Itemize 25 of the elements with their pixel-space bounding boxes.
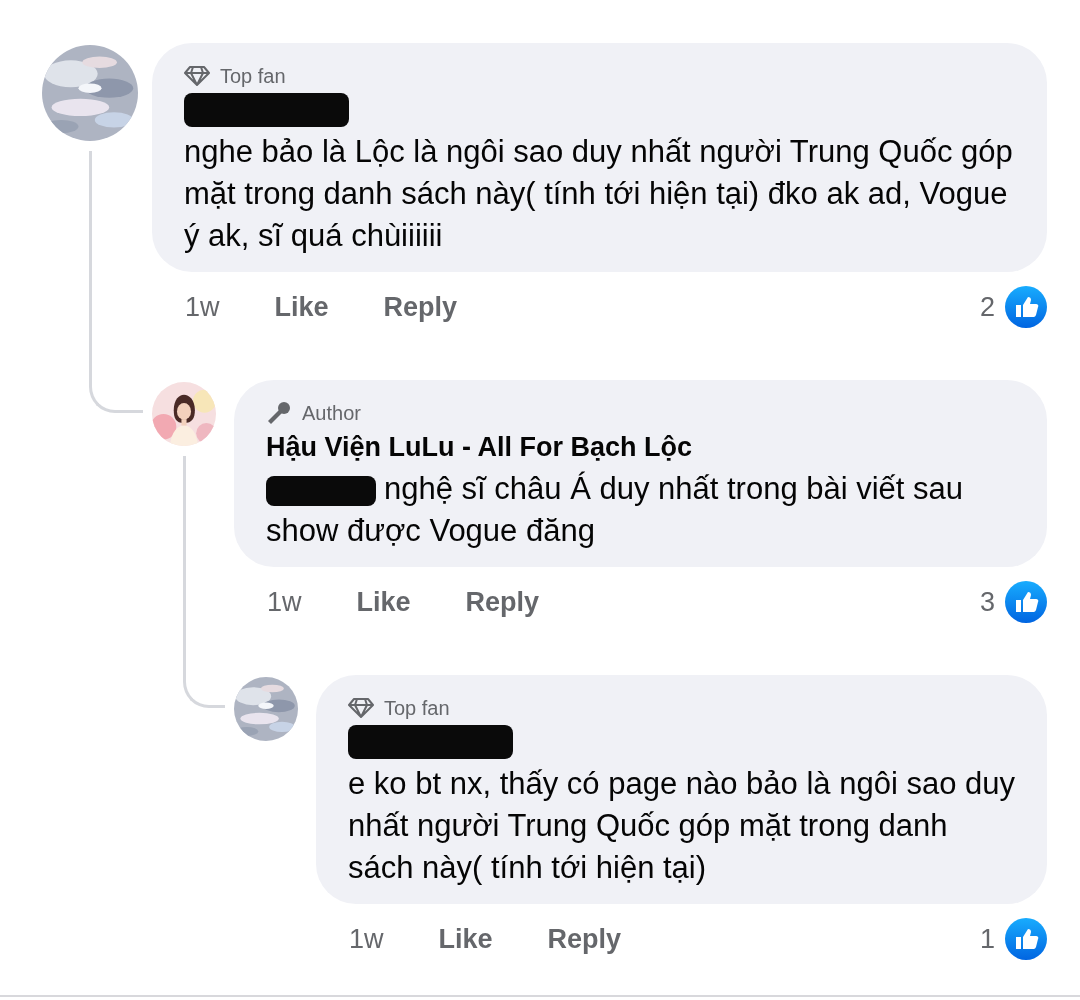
comment-text: nghe bảo là Lộc là ngôi sao duy nhất người Trung Quốc góp mặt trong danh sách này( tính tới hiện tại) đko ak ad, Vogue ý ak, sĩ quá chùiiiiii (184, 134, 1013, 253)
thumbs-up-icon (1005, 918, 1047, 960)
like-link[interactable]: Like (438, 923, 493, 955)
microphone-icon (266, 400, 292, 426)
badge-label: Top fan (384, 696, 450, 720)
timestamp: 1w (185, 291, 220, 323)
comment-text: nghệ sĩ châu Á duy nhất trong bài viết sau show được Vogue đăng (266, 471, 964, 548)
thumbs-up-icon (1005, 581, 1047, 623)
badge-label: Author (302, 401, 361, 425)
badge-label: Top fan (220, 64, 286, 88)
timestamp: 1w (349, 923, 384, 955)
comment-text: e ko bt nx, thấy có page nào bảo là ngôi sao duy nhất người Trung Quốc góp mặt trong danh sách này( tính tới hiện tại) (348, 766, 1015, 885)
diamond-icon (348, 697, 374, 719)
reaction-count: 1 (979, 923, 995, 955)
like-link[interactable]: Like (274, 291, 329, 323)
reply-link[interactable]: Reply (383, 291, 458, 323)
reply-link[interactable]: Reply (465, 586, 540, 618)
reaction-count: 2 (979, 291, 995, 323)
reply-link[interactable]: Reply (547, 923, 622, 955)
diamond-icon (184, 65, 210, 87)
like-link[interactable]: Like (356, 586, 411, 618)
thumbs-up-icon (1005, 286, 1047, 328)
reaction-count: 3 (979, 586, 995, 618)
author-name[interactable]: Hậu Viện LuLu - All For Bạch Lộc (266, 426, 693, 468)
timestamp: 1w (267, 586, 302, 618)
